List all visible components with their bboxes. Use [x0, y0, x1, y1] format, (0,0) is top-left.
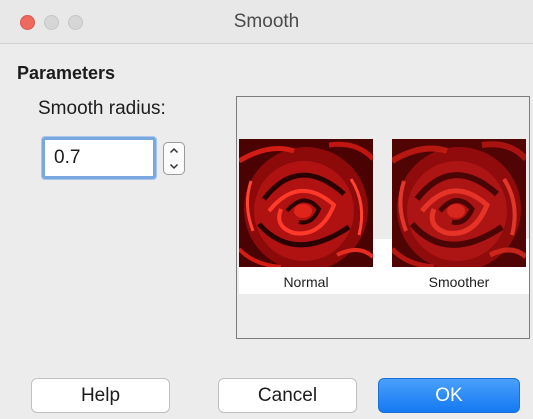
smooth-radius-input[interactable]	[42, 137, 156, 179]
preview-panel: Normal Smoother	[236, 96, 530, 339]
smooth-radius-stepper[interactable]	[163, 142, 185, 175]
cancel-button[interactable]: Cancel	[218, 378, 357, 413]
help-button[interactable]: Help	[31, 378, 170, 413]
smoother-preview-image	[392, 139, 526, 267]
chevron-up-icon[interactable]	[164, 143, 184, 159]
ok-button[interactable]: OK	[378, 378, 520, 413]
chevron-down-icon[interactable]	[164, 159, 184, 175]
normal-caption: Normal	[283, 274, 329, 290]
title-bar: Smooth	[0, 0, 533, 44]
window-title: Smooth	[233, 11, 300, 32]
normal-preview-image	[239, 139, 373, 267]
smooth-radius-label: Smooth radius:	[38, 98, 166, 119]
parameters-heading: Parameters	[17, 63, 116, 83]
smooth-dialog: Smooth Parameters Smooth radius: 0.7 Nor…	[0, 0, 533, 419]
smoother-caption: Smoother	[428, 274, 490, 290]
